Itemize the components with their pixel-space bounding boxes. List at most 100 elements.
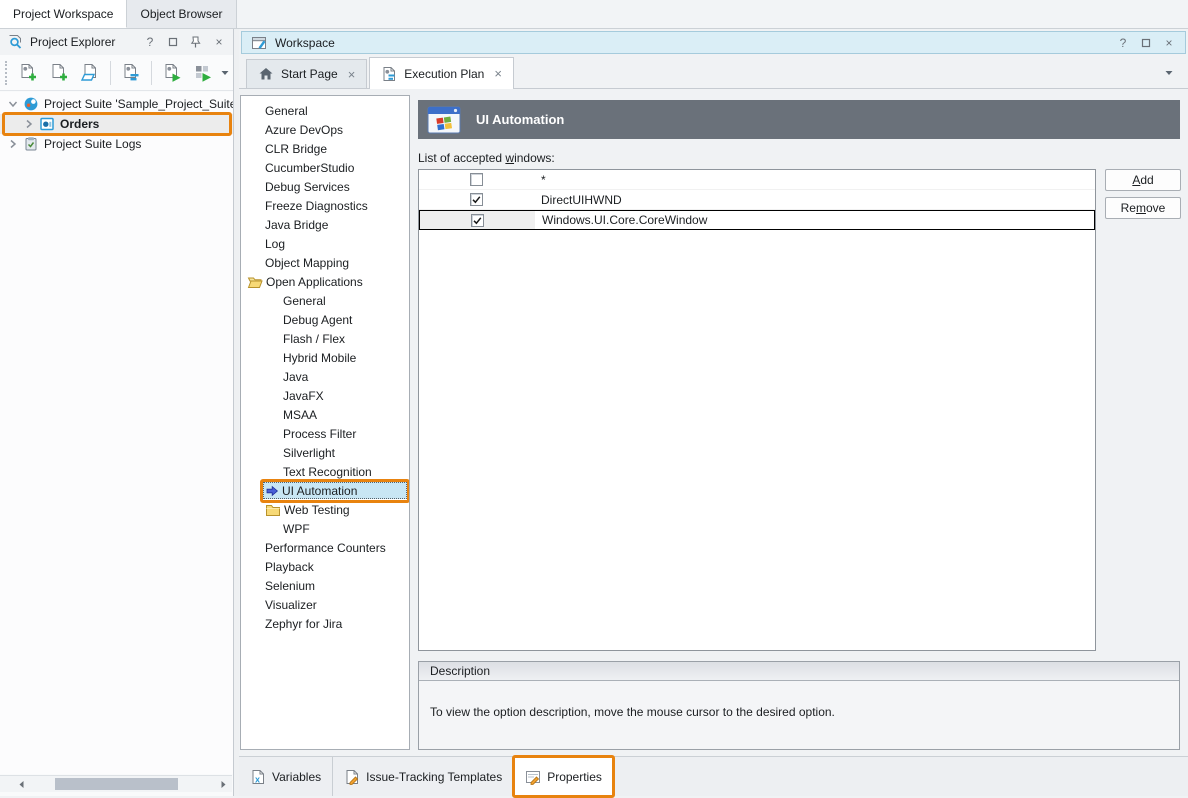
category-playback[interactable]: Playback: [241, 557, 409, 576]
doc-tab-label: Execution Plan: [404, 67, 484, 81]
add-project-button[interactable]: [14, 59, 42, 87]
category-item-box: Log: [263, 235, 407, 252]
category-item-box: Java Bridge: [263, 216, 407, 233]
help-icon[interactable]: ?: [1116, 36, 1130, 50]
window-row[interactable]: *: [419, 170, 1095, 190]
document-tab-bar: Start Page× Execution Plan ×: [239, 56, 1188, 89]
category-general[interactable]: General: [241, 291, 409, 310]
toolbar-drag-handle[interactable]: [5, 61, 9, 85]
chevron-down-icon[interactable]: [6, 97, 20, 111]
category-item-box: Playback: [263, 558, 407, 575]
checkbox[interactable]: [470, 173, 483, 186]
scrollbar-thumb[interactable]: [55, 778, 178, 790]
dropdown-button[interactable]: [220, 66, 230, 80]
new-item-button[interactable]: [45, 59, 73, 87]
tab-overflow-dropdown-icon[interactable]: [1164, 69, 1174, 77]
tab-close-icon[interactable]: ×: [348, 67, 356, 82]
scroll-right-icon[interactable]: [217, 778, 230, 791]
svg-text:x: x: [255, 774, 260, 784]
run-suite-button[interactable]: [189, 59, 217, 87]
category-web-testing[interactable]: Web Testing: [241, 500, 409, 519]
category-clr-bridge[interactable]: CLR Bridge: [241, 139, 409, 158]
description-header: Description: [419, 662, 1179, 681]
category-label: Open Applications: [266, 275, 363, 289]
tab-properties[interactable]: Properties: [514, 757, 614, 796]
category-java-bridge[interactable]: Java Bridge: [241, 215, 409, 234]
tab-start-page[interactable]: Start Page×: [246, 59, 367, 88]
category-item-box: CLR Bridge: [263, 140, 407, 157]
category-item-box: General: [281, 292, 407, 309]
options-category-panel: General Azure DevOpsCLR BridgeCucumberStu…: [240, 95, 410, 750]
tab-close-icon[interactable]: ×: [494, 66, 502, 81]
bottom-tab-label: Issue-Tracking Templates: [366, 770, 502, 784]
help-icon[interactable]: ?: [143, 35, 157, 49]
tab-issue-tracking-templates[interactable]: Issue-Tracking Templates: [333, 757, 514, 796]
properties-icon: [525, 769, 541, 785]
category-label: Playback: [265, 560, 314, 574]
workspace-window-controls: ?×: [1116, 36, 1176, 50]
main-tab-object-browser[interactable]: Object Browser: [127, 0, 236, 28]
category-wpf[interactable]: WPF: [241, 519, 409, 538]
category-text-recognition[interactable]: Text Recognition: [241, 462, 409, 481]
category-performance-counters[interactable]: Performance Counters: [241, 538, 409, 557]
tree-item-label: Orders: [58, 117, 101, 131]
window-row[interactable]: Windows.UI.Core.CoreWindow: [419, 210, 1095, 230]
chevron-right-icon[interactable]: [6, 137, 20, 151]
category-label: Flash / Flex: [283, 332, 345, 346]
logs-icon: [23, 136, 39, 152]
category-open-applications[interactable]: Open Applications: [241, 272, 409, 291]
tab-variables[interactable]: xVariables: [239, 757, 333, 796]
issue-tracking-icon: [344, 769, 360, 785]
category-label: Web Testing: [284, 503, 350, 517]
category-label: General: [265, 104, 308, 118]
folder-open-icon: [247, 274, 263, 290]
category-item-box: Freeze Diagnostics: [263, 197, 407, 214]
category-item-box: UI Automation: [263, 482, 407, 499]
chevron-right-icon[interactable]: [22, 117, 36, 131]
category-cucumberstudio[interactable]: CucumberStudio: [241, 158, 409, 177]
category-item-box: Visualizer: [263, 596, 407, 613]
category-msaa[interactable]: MSAA: [241, 405, 409, 424]
category-ui-automation[interactable]: UI Automation: [241, 481, 409, 500]
tab-execution-plan[interactable]: Execution Plan ×: [369, 57, 514, 89]
tree-item-orders[interactable]: Orders: [0, 114, 233, 134]
category-java[interactable]: Java: [241, 367, 409, 386]
scroll-left-icon[interactable]: [15, 778, 28, 791]
category-azure-devops[interactable]: Azure DevOps: [241, 120, 409, 139]
checkbox[interactable]: [470, 193, 483, 206]
float-icon[interactable]: [166, 35, 180, 49]
category-item-box: JavaFX: [281, 387, 407, 404]
category-silverlight[interactable]: Silverlight: [241, 443, 409, 462]
window-row[interactable]: DirectUIHWND: [419, 190, 1095, 210]
category-hybrid-mobile[interactable]: Hybrid Mobile: [241, 348, 409, 367]
category-general[interactable]: General: [241, 101, 409, 120]
open-file-button[interactable]: [76, 59, 104, 87]
checkbox[interactable]: [471, 214, 484, 227]
category-javafx[interactable]: JavaFX: [241, 386, 409, 405]
pin-icon[interactable]: [189, 35, 203, 49]
toolbar-separator: [151, 61, 152, 85]
tree-item-project[interactable]: Project Suite 'Sample_Project_Suite' (1 …: [0, 94, 233, 114]
tree-item-project[interactable]: Project Suite Logs: [0, 134, 233, 154]
run-project-button[interactable]: [158, 59, 186, 87]
main-tab-project-workspace[interactable]: Project Workspace: [0, 0, 127, 28]
category-object-mapping[interactable]: Object Mapping: [241, 253, 409, 272]
category-zephyr-for-jira[interactable]: Zephyr for Jira: [241, 614, 409, 633]
category-debug-agent[interactable]: Debug Agent: [241, 310, 409, 329]
category-flash-flex[interactable]: Flash / Flex: [241, 329, 409, 348]
category-log[interactable]: Log: [241, 234, 409, 253]
project-explorer-panel: Project Explorer ?× Project Suite 'Sampl…: [0, 29, 234, 796]
category-debug-services[interactable]: Debug Services: [241, 177, 409, 196]
category-selenium[interactable]: Selenium: [241, 576, 409, 595]
category-visualizer[interactable]: Visualizer: [241, 595, 409, 614]
workspace-header: Workspace ?×: [241, 31, 1186, 54]
close-icon[interactable]: ×: [1162, 36, 1176, 50]
horizontal-scrollbar[interactable]: [0, 775, 232, 792]
add-button[interactable]: Add: [1105, 169, 1181, 191]
remove-button[interactable]: Remove: [1105, 197, 1181, 219]
float-icon[interactable]: [1139, 36, 1153, 50]
category-process-filter[interactable]: Process Filter: [241, 424, 409, 443]
category-freeze-diagnostics[interactable]: Freeze Diagnostics: [241, 196, 409, 215]
organize-button[interactable]: [117, 59, 145, 87]
close-icon[interactable]: ×: [212, 35, 226, 49]
